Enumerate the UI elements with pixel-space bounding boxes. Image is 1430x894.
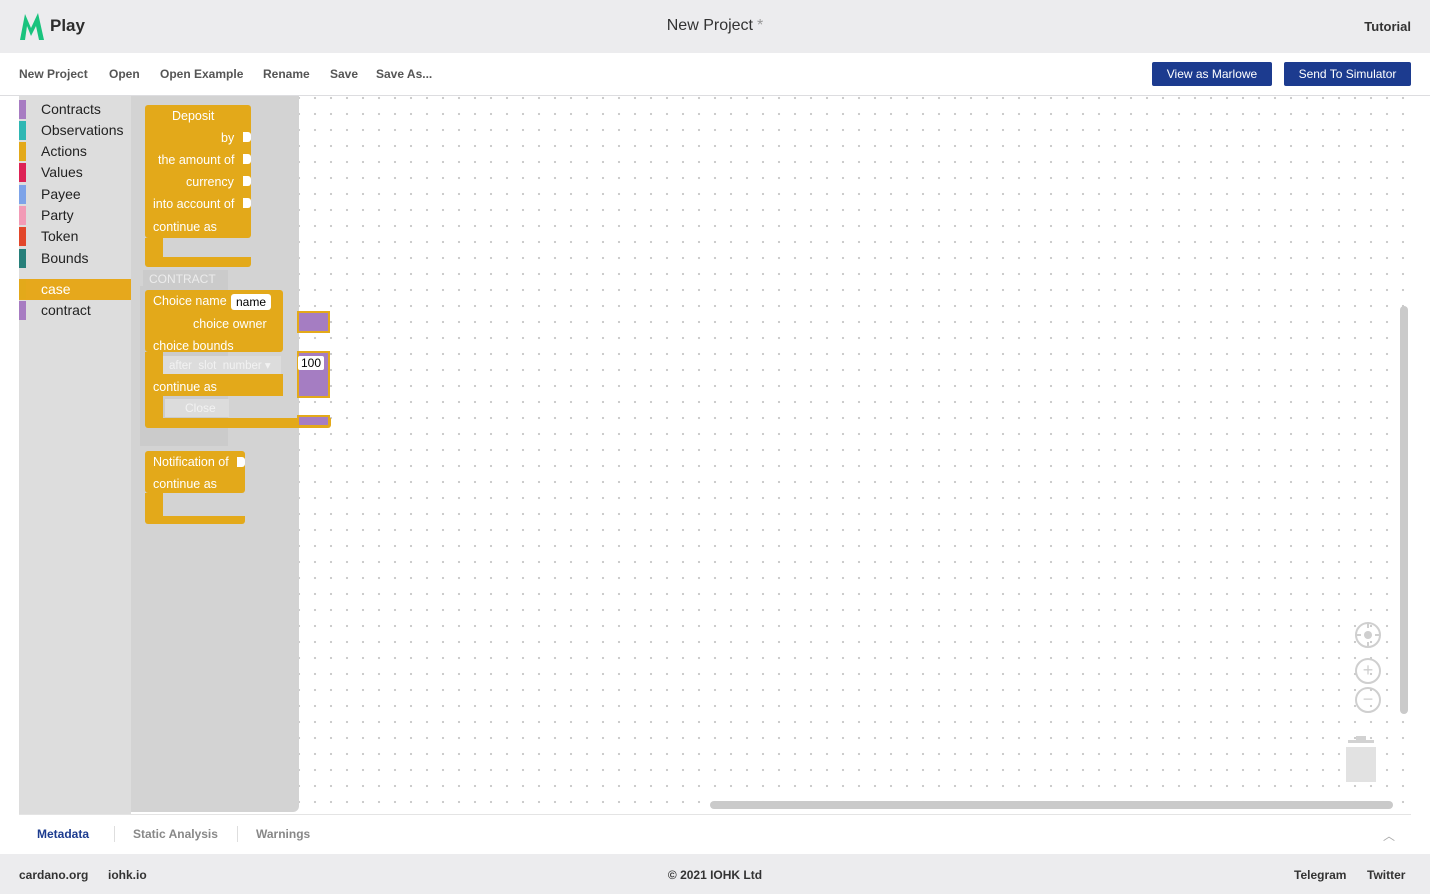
deposit-continue-label: continue as [153, 220, 217, 234]
view-as-marlowe-button[interactable]: View as Marlowe [1152, 62, 1272, 86]
category-swatch [19, 249, 26, 268]
blockly-workspace[interactable]: Contracts Observations Actions Values Pa… [19, 96, 1411, 814]
modified-marker: * [757, 17, 764, 34]
category-swatch [19, 280, 26, 299]
tab-separator [114, 826, 115, 842]
twitter-link[interactable]: Twitter [1367, 868, 1405, 882]
plus-icon: + [1362, 660, 1374, 680]
ghost-dropdown-icon: ▾ [264, 360, 271, 372]
vertical-scrollbar[interactable] [1400, 306, 1408, 714]
chevron-up-icon[interactable]: ︿ [1383, 827, 1395, 844]
choice-name-field[interactable]: name [231, 294, 272, 310]
tab-metadata[interactable]: Metadata [37, 827, 89, 841]
toolbox-category-actions[interactable]: Actions [19, 141, 131, 162]
app-header: Play New Project * Tutorial [0, 0, 1430, 53]
rename-button[interactable]: Rename [263, 67, 310, 81]
bottom-panel-tabs: Metadata Static Analysis Warnings ︿ [19, 814, 1411, 854]
deposit-account-label: into account of [153, 197, 235, 211]
deposit-currency-label: currency [186, 175, 234, 189]
toolbox-category-contracts[interactable]: Contracts [19, 99, 131, 120]
toolbox-category-bounds[interactable]: Bounds [19, 248, 131, 269]
category-swatch [19, 142, 26, 161]
choice-title: Choice name [153, 294, 227, 308]
toolbox-category-party[interactable]: Party [19, 205, 131, 226]
project-title-text: New Project [666, 17, 753, 34]
copyright-text: © 2021 IOHK Ltd [667, 868, 763, 882]
choice-owner-slot[interactable] [297, 311, 330, 333]
ghost-close-block: Close [165, 399, 229, 417]
save-button[interactable]: Save [330, 67, 358, 81]
tab-warnings[interactable]: Warnings [256, 827, 310, 841]
category-swatch [19, 206, 26, 225]
toolbox-category-payee[interactable]: Payee [19, 184, 131, 205]
send-to-simulator-button[interactable]: Send To Simulator [1284, 62, 1411, 86]
choice-bounds-label: choice bounds [153, 339, 234, 353]
telegram-link[interactable]: Telegram [1294, 868, 1346, 882]
zoom-out-button[interactable]: − [1355, 687, 1381, 713]
tutorial-link[interactable]: Tutorial [1364, 19, 1411, 34]
category-swatch [19, 100, 26, 119]
deposit-by-label: by [221, 131, 235, 145]
project-title: New Project * [0, 17, 1430, 35]
target-icon [1357, 624, 1379, 646]
open-example-button[interactable]: Open Example [160, 67, 243, 81]
minus-icon: − [1362, 689, 1374, 709]
deposit-amount-label: the amount of [158, 153, 235, 167]
recenter-button[interactable] [1355, 622, 1381, 648]
open-button[interactable]: Open [109, 67, 140, 81]
notification-continue-label: continue as [153, 477, 217, 491]
choice-owner-label: choice owner [193, 317, 267, 331]
toolbox-category-observations[interactable]: Observations [19, 120, 131, 141]
toolbox-category-contract[interactable]: contract [19, 300, 131, 321]
bound-number-field[interactable]: 100 [298, 356, 325, 370]
ghost-bound-block: after slot number ▾ [163, 356, 281, 374]
category-swatch [19, 301, 26, 320]
footer: cardano.org iohk.io © 2021 IOHK Ltd Tele… [0, 854, 1430, 894]
choice-continue-label: continue as [153, 380, 217, 394]
trash-icon[interactable] [1346, 735, 1376, 783]
notification-title: Notification of [153, 455, 229, 469]
deposit-title: Deposit [172, 109, 215, 123]
tab-separator [237, 826, 238, 842]
category-swatch [19, 227, 26, 246]
block-flyout: Deposit by the amount of currency into a… [131, 96, 331, 812]
continue-slot[interactable] [297, 415, 330, 427]
zoom-in-button[interactable]: + [1355, 658, 1381, 684]
toolbox: Contracts Observations Actions Values Pa… [19, 96, 131, 814]
new-project-button[interactable]: New Project [19, 67, 88, 81]
save-as-button[interactable]: Save As... [376, 67, 432, 81]
horizontal-scrollbar[interactable] [710, 801, 1393, 809]
category-swatch [19, 121, 26, 140]
category-swatch [19, 163, 26, 182]
toolbox-category-values[interactable]: Values [19, 162, 131, 183]
toolbox-category-case[interactable]: case [19, 279, 131, 300]
toolbox-category-token[interactable]: Token [19, 226, 131, 247]
menu-bar: New Project Open Open Example Rename Sav… [0, 53, 1430, 96]
category-swatch [19, 185, 26, 204]
tab-static-analysis[interactable]: Static Analysis [133, 827, 218, 841]
